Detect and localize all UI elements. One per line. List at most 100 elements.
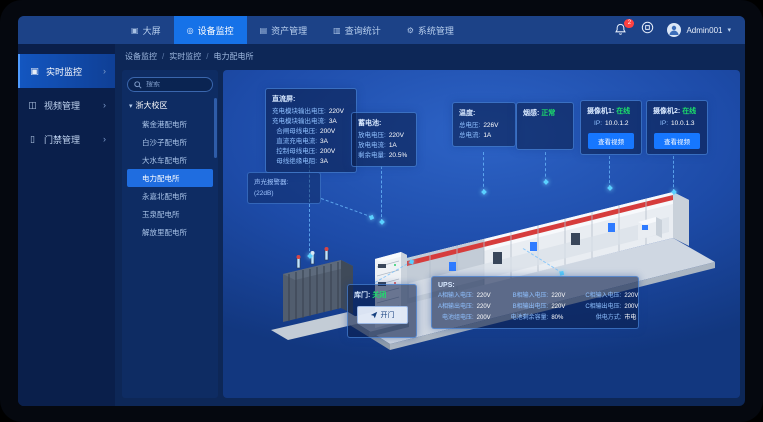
sidebar-item-label: 视频管理 xyxy=(44,99,80,112)
door-panel: 库门: 关闭 开门 xyxy=(347,284,417,338)
chevron-right-icon: › xyxy=(103,134,106,144)
sidebar-item-access-control[interactable]: ▯ 门禁管理 › xyxy=(18,122,115,156)
metric-value: 1A xyxy=(483,131,509,141)
metric-label: IP: xyxy=(653,119,668,129)
breadcrumb-item[interactable]: 实时监控 xyxy=(169,51,201,62)
alarm-value: (22dB) xyxy=(254,188,314,199)
tree-scrollbar[interactable] xyxy=(214,98,217,158)
tab-label: 设备监控 xyxy=(198,24,234,37)
tab-query-statistics[interactable]: ▥ 查询统计 xyxy=(320,16,394,44)
panel-title: 库门: xyxy=(354,292,370,299)
navbar-actions: 2 Admin001 ▾ xyxy=(614,16,745,44)
search-icon xyxy=(134,81,142,89)
notification-bell-icon[interactable]: 2 xyxy=(614,23,628,37)
breadcrumb-separator: / xyxy=(206,52,208,61)
tree-caret-icon: ▾ xyxy=(129,102,133,110)
metric-label: 充电模块输出电流: xyxy=(272,117,326,127)
chevron-down-icon: ▾ xyxy=(727,26,731,34)
smoke-sensor-panel: 烟感: 正常 xyxy=(516,102,574,150)
chevron-right-icon: › xyxy=(103,66,106,76)
metric-value: 220V xyxy=(389,131,410,141)
temperature-panel: 温度: 总电压:226V 总电流:1A xyxy=(452,102,516,147)
smoke-status: 正常 xyxy=(541,110,555,117)
tree-search[interactable] xyxy=(127,77,213,92)
panel-title: 蓄电池: xyxy=(358,118,410,128)
user-menu[interactable]: Admin001 ▾ xyxy=(667,23,731,37)
alarm-title: 声光报警器: xyxy=(254,177,314,188)
tree-item-substation-selected[interactable]: 电力配电所 xyxy=(127,169,213,187)
metric-label: 充电模块输出电压: xyxy=(272,107,326,117)
tab-system-management[interactable]: ⚙ 系统管理 xyxy=(394,16,467,44)
search-input[interactable] xyxy=(146,81,204,88)
metric-value: 市电 xyxy=(624,314,648,323)
fullscreen-icon[interactable] xyxy=(641,21,654,39)
metric-label: A相输出电压: xyxy=(438,303,474,312)
tree-item-substation[interactable]: 白沙子配电所 xyxy=(127,133,213,151)
ups-panel: UPS: A相输入电压:220V B相输入电压:220V C相输入电压:220V… xyxy=(431,276,639,329)
metric-value: 220V xyxy=(329,107,350,117)
tab-device-monitor[interactable]: ◎ 设备监控 xyxy=(174,16,247,44)
metric-value: 200V xyxy=(320,147,350,157)
metric-label: 放电电流: xyxy=(358,141,386,151)
open-door-button[interactable]: 开门 xyxy=(357,306,408,324)
device-bezel: ▣ 大屏 ◎ 设备监控 ▤ 资产管理 ▥ 查询统计 ⚙ 系统管理 xyxy=(0,0,763,422)
user-name: Admin001 xyxy=(686,26,722,35)
monitor-icon: ◎ xyxy=(187,26,194,35)
tree-item-substation[interactable]: 永嘉北配电所 xyxy=(127,187,213,205)
connector-line xyxy=(673,156,674,192)
view-video-button[interactable]: 查看视频 xyxy=(588,133,634,149)
sidebar-item-realtime-monitor[interactable]: ▣ 实时监控 › xyxy=(18,54,115,88)
nav-tabs: ▣ 大屏 ◎ 设备监控 ▤ 资产管理 ▥ 查询统计 ⚙ 系统管理 xyxy=(118,16,467,44)
camera1-status: 在线 xyxy=(616,108,630,115)
connector-line xyxy=(483,152,484,192)
tab-dashboard[interactable]: ▣ 大屏 xyxy=(118,16,174,44)
power-room-3d-scene xyxy=(253,140,723,370)
metric-label: 总电流: xyxy=(459,131,480,141)
video-icon: ◫ xyxy=(27,100,38,111)
breadcrumb-item[interactable]: 设备监控 xyxy=(125,51,157,62)
tab-label: 资产管理 xyxy=(271,24,307,37)
metric-label: C相输出电压: xyxy=(585,303,621,312)
metric-label: 母线绝缘电阻: xyxy=(272,157,317,167)
metric-label: 供电方式: xyxy=(585,314,621,323)
tree-root-node[interactable]: ▾ 浙大校区 xyxy=(129,100,211,111)
metric-label: 剩余电量: xyxy=(358,151,386,161)
camera2-status: 在线 xyxy=(682,108,696,115)
tree-item-substation[interactable]: 大水车配电所 xyxy=(127,151,213,169)
camera1-panel: 摄像机1: 在线 IP:10.0.1.2 查看视频 xyxy=(580,100,642,155)
scene-canvas: 直流屏: 充电模块输出电压:220V 充电模块输出电流:3A 合闸母线电压:20… xyxy=(223,70,740,398)
metric-label: A相输入电压: xyxy=(438,292,474,301)
metric-value: 220V xyxy=(551,292,575,301)
metric-label: 电池组电压: xyxy=(438,314,474,323)
camera2-panel: 摄像机2: 在线 IP:10.0.1.3 查看视频 xyxy=(646,100,708,155)
tree-item-substation[interactable]: 玉泉配电所 xyxy=(127,205,213,223)
dc-screen-panel: 直流屏: 充电模块输出电压:220V 充电模块输出电流:3A 合闸母线电压:20… xyxy=(265,88,357,173)
metric-label: B相输出电压: xyxy=(511,303,549,312)
tab-label: 大屏 xyxy=(143,24,161,37)
sidebar-item-video-management[interactable]: ◫ 视频管理 › xyxy=(18,88,115,122)
metric-label: IP: xyxy=(587,119,602,129)
metric-value: 220V xyxy=(477,303,501,312)
view-video-button[interactable]: 查看视频 xyxy=(654,133,700,149)
metric-value: 200V xyxy=(477,314,501,323)
tab-label: 查询统计 xyxy=(345,24,381,37)
tree-item-substation[interactable]: 紫金港配电所 xyxy=(127,115,213,133)
connector-line xyxy=(545,152,546,182)
sidebar-item-label: 实时监控 xyxy=(46,65,82,78)
connector-line xyxy=(609,156,610,188)
tab-asset-management[interactable]: ▤ 资产管理 xyxy=(247,16,321,44)
top-navbar: ▣ 大屏 ◎ 设备监控 ▤ 资产管理 ▥ 查询统计 ⚙ 系统管理 xyxy=(18,16,745,44)
tab-label: 系统管理 xyxy=(418,24,454,37)
breadcrumb-separator: / xyxy=(162,52,164,61)
metric-label: 电池剩余容量: xyxy=(511,314,549,323)
asset-icon: ▤ xyxy=(260,26,268,35)
station-tree-panel: ▾ 浙大校区 紫金港配电所 白沙子配电所 大水车配电所 电力配电所 永嘉北配电所… xyxy=(122,70,218,398)
sidebar-item-label: 门禁管理 xyxy=(44,133,80,146)
panel-title: 直流屏: xyxy=(272,94,350,104)
tree-item-substation[interactable]: 解放里配电所 xyxy=(127,223,213,241)
sidebar: ▣ 实时监控 › ◫ 视频管理 › ▯ 门禁管理 › xyxy=(18,44,115,406)
query-icon: ▥ xyxy=(333,26,341,35)
battery-panel: 蓄电池: 放电电压:220V 放电电流:1A 剩余电量:20.5% xyxy=(351,112,417,167)
door-status: 关闭 xyxy=(372,292,386,299)
metric-value: 200V xyxy=(624,303,648,312)
